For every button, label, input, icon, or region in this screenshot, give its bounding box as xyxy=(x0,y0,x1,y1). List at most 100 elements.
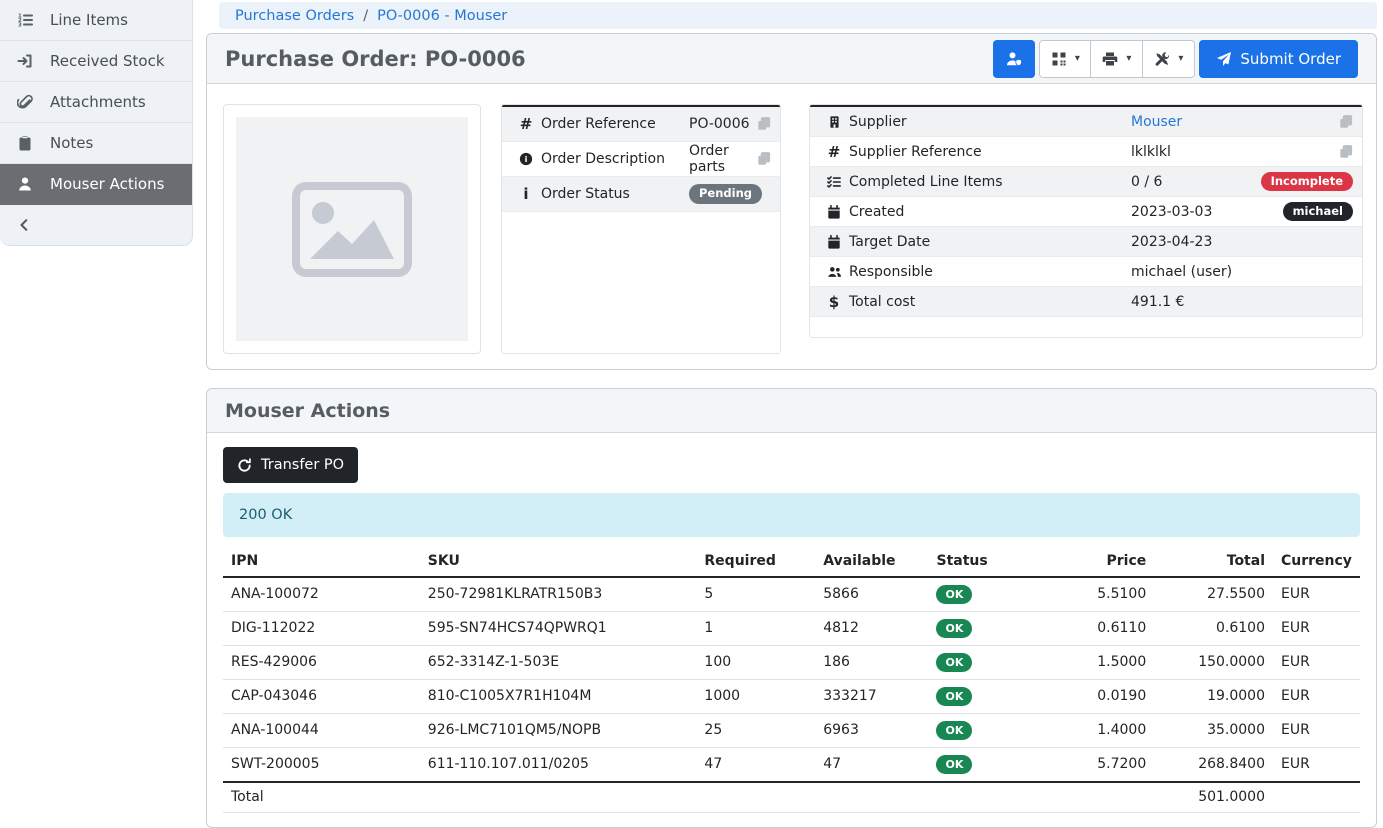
breadcrumb-link-current[interactable]: PO-0006 - Mouser xyxy=(377,8,507,24)
mouser-actions-panel: Mouser Actions Transfer PO 200 OK IPN SK… xyxy=(206,388,1377,828)
caret-down-icon: ▾ xyxy=(1178,54,1183,64)
col-header-price: Price xyxy=(1036,547,1154,577)
dollar-icon: $ xyxy=(819,293,849,311)
col-header-status: Status xyxy=(928,547,1035,577)
sidebar-item-mouser-actions[interactable]: Mouser Actions xyxy=(0,164,192,205)
barcode-actions-button[interactable]: ▾ xyxy=(1039,40,1091,78)
users-icon xyxy=(819,265,849,279)
detail-row-responsible: Responsible michael (user) xyxy=(810,257,1362,287)
sidebar-item-label: Attachments xyxy=(50,93,146,111)
col-header-ipn: IPN xyxy=(223,547,420,577)
sidebar-collapse-button[interactable] xyxy=(0,205,192,245)
user-shield-icon xyxy=(1006,51,1022,67)
ok-badge: OK xyxy=(936,585,972,604)
info-circle-icon xyxy=(511,152,541,166)
actions-panel-title: Mouser Actions xyxy=(225,400,390,422)
qr-code-icon xyxy=(1051,51,1067,67)
table-row: DIG-112022 595-SN74HCS74QPWRQ1 1 4812 OK… xyxy=(223,612,1360,646)
detail-row-total-cost: $ Total cost 491.1 € xyxy=(810,287,1362,317)
sign-in-icon xyxy=(16,53,34,69)
supplier-link[interactable]: Mouser xyxy=(1131,114,1182,130)
actions-panel-body: Transfer PO 200 OK IPN SKU Required Avai… xyxy=(207,433,1376,813)
copy-icon[interactable] xyxy=(757,117,771,131)
hash-icon: # xyxy=(511,115,541,133)
page-title: Purchase Order: PO-0006 xyxy=(225,47,526,71)
sidebar-item-label: Received Stock xyxy=(50,52,165,70)
sidebar-item-label: Notes xyxy=(50,134,93,152)
list-check-icon xyxy=(819,175,849,189)
caret-down-icon: ▾ xyxy=(1075,54,1080,64)
image-placeholder xyxy=(236,117,468,341)
col-header-total: Total xyxy=(1154,547,1273,577)
purchase-order-panel: Purchase Order: PO-0006 ▾ ▾ ▾ xyxy=(206,33,1377,370)
sidebar-item-label: Mouser Actions xyxy=(50,175,164,193)
list-ol-icon xyxy=(16,12,34,28)
supplier-details-card: Supplier Mouser # Supplier Reference lkl… xyxy=(809,104,1363,338)
incomplete-badge: Incomplete xyxy=(1261,172,1353,192)
copy-icon[interactable] xyxy=(757,152,771,166)
detail-row-completed-line-items: Completed Line Items 0 / 6 Incomplete xyxy=(810,167,1362,197)
picture-icon xyxy=(292,182,412,277)
detail-row-target-date: Target Date 2023-04-23 xyxy=(810,227,1362,257)
detail-row-supplier: Supplier Mouser xyxy=(810,107,1362,137)
refresh-icon xyxy=(237,458,252,473)
detail-row-order-status: i Order Status Pending xyxy=(502,177,780,212)
info-icon: i xyxy=(511,185,541,203)
status-alert: 200 OK xyxy=(223,493,1360,537)
order-toolbar: ▾ ▾ ▾ Submit Order xyxy=(993,40,1358,78)
ok-badge: OK xyxy=(936,619,972,638)
col-header-required: Required xyxy=(696,547,815,577)
breadcrumb-link-purchase-orders[interactable]: Purchase Orders xyxy=(235,8,354,24)
actions-panel-header: Mouser Actions xyxy=(207,389,1376,433)
sidebar-item-received-stock[interactable]: Received Stock xyxy=(0,41,192,82)
table-header-row: IPN SKU Required Available Status Price … xyxy=(223,547,1360,577)
detail-row-order-description: Order Description Order parts xyxy=(502,142,780,177)
order-image-card[interactable] xyxy=(223,104,481,354)
sidebar-item-label: Line Items xyxy=(50,11,128,29)
ok-badge: OK xyxy=(936,687,972,706)
tools-actions-button[interactable]: ▾ xyxy=(1143,40,1195,78)
breadcrumb: Purchase Orders / PO-0006 - Mouser xyxy=(219,2,1377,29)
transfer-po-button[interactable]: Transfer PO xyxy=(223,447,358,483)
clipboard-icon xyxy=(16,135,34,151)
calendar-icon xyxy=(819,235,849,249)
user-icon xyxy=(16,176,34,192)
user-badge: michael xyxy=(1283,202,1353,222)
sidebar-item-attachments[interactable]: Attachments xyxy=(0,82,192,123)
total-value: 501.0000 xyxy=(1154,782,1273,813)
detail-row-supplier-reference: # Supplier Reference lklklkl xyxy=(810,137,1362,167)
calendar-icon xyxy=(819,205,849,219)
copy-icon[interactable] xyxy=(1339,145,1353,159)
building-icon xyxy=(819,115,849,129)
ok-badge: OK xyxy=(936,653,972,672)
tools-icon xyxy=(1154,51,1170,67)
table-row: ANA-100072 250-72981KLRATR150B3 5 5866 O… xyxy=(223,577,1360,612)
status-badge: Pending xyxy=(689,184,762,204)
ok-badge: OK xyxy=(936,755,972,774)
paper-plane-icon xyxy=(1216,51,1232,67)
col-header-sku: SKU xyxy=(420,547,697,577)
paperclip-icon xyxy=(16,94,34,110)
copy-icon[interactable] xyxy=(1339,115,1353,129)
chevron-left-icon xyxy=(18,218,32,232)
hash-icon: # xyxy=(819,143,849,161)
printer-icon xyxy=(1102,51,1118,67)
detail-row-created: Created 2023-03-03 michael xyxy=(810,197,1362,227)
table-row: ANA-100044 926-LMC7101QM5/NOPB 25 6963 O… xyxy=(223,714,1360,748)
sidebar-item-notes[interactable]: Notes xyxy=(0,123,192,164)
table-row: SWT-200005 611-110.107.011/0205 47 47 OK… xyxy=(223,748,1360,783)
caret-down-icon: ▾ xyxy=(1126,54,1131,64)
breadcrumb-separator: / xyxy=(363,8,368,24)
order-actions-group: ▾ ▾ ▾ xyxy=(1039,40,1195,78)
order-details-card: # Order Reference PO-0006 Order Descript… xyxy=(501,104,781,354)
col-header-currency: Currency xyxy=(1273,547,1360,577)
sidebar-item-line-items[interactable]: Line Items xyxy=(0,0,192,41)
mouser-line-items-table: IPN SKU Required Available Status Price … xyxy=(223,547,1360,813)
col-header-available: Available xyxy=(815,547,928,577)
print-actions-button[interactable]: ▾ xyxy=(1091,40,1143,78)
sidebar: Line Items Received Stock Attachments No… xyxy=(0,0,193,246)
submit-order-button[interactable]: Submit Order xyxy=(1199,40,1358,78)
admin-button[interactable] xyxy=(993,40,1035,78)
total-label: Total xyxy=(223,782,420,813)
table-row: RES-429006 652-3314Z-1-503E 100 186 OK 1… xyxy=(223,646,1360,680)
